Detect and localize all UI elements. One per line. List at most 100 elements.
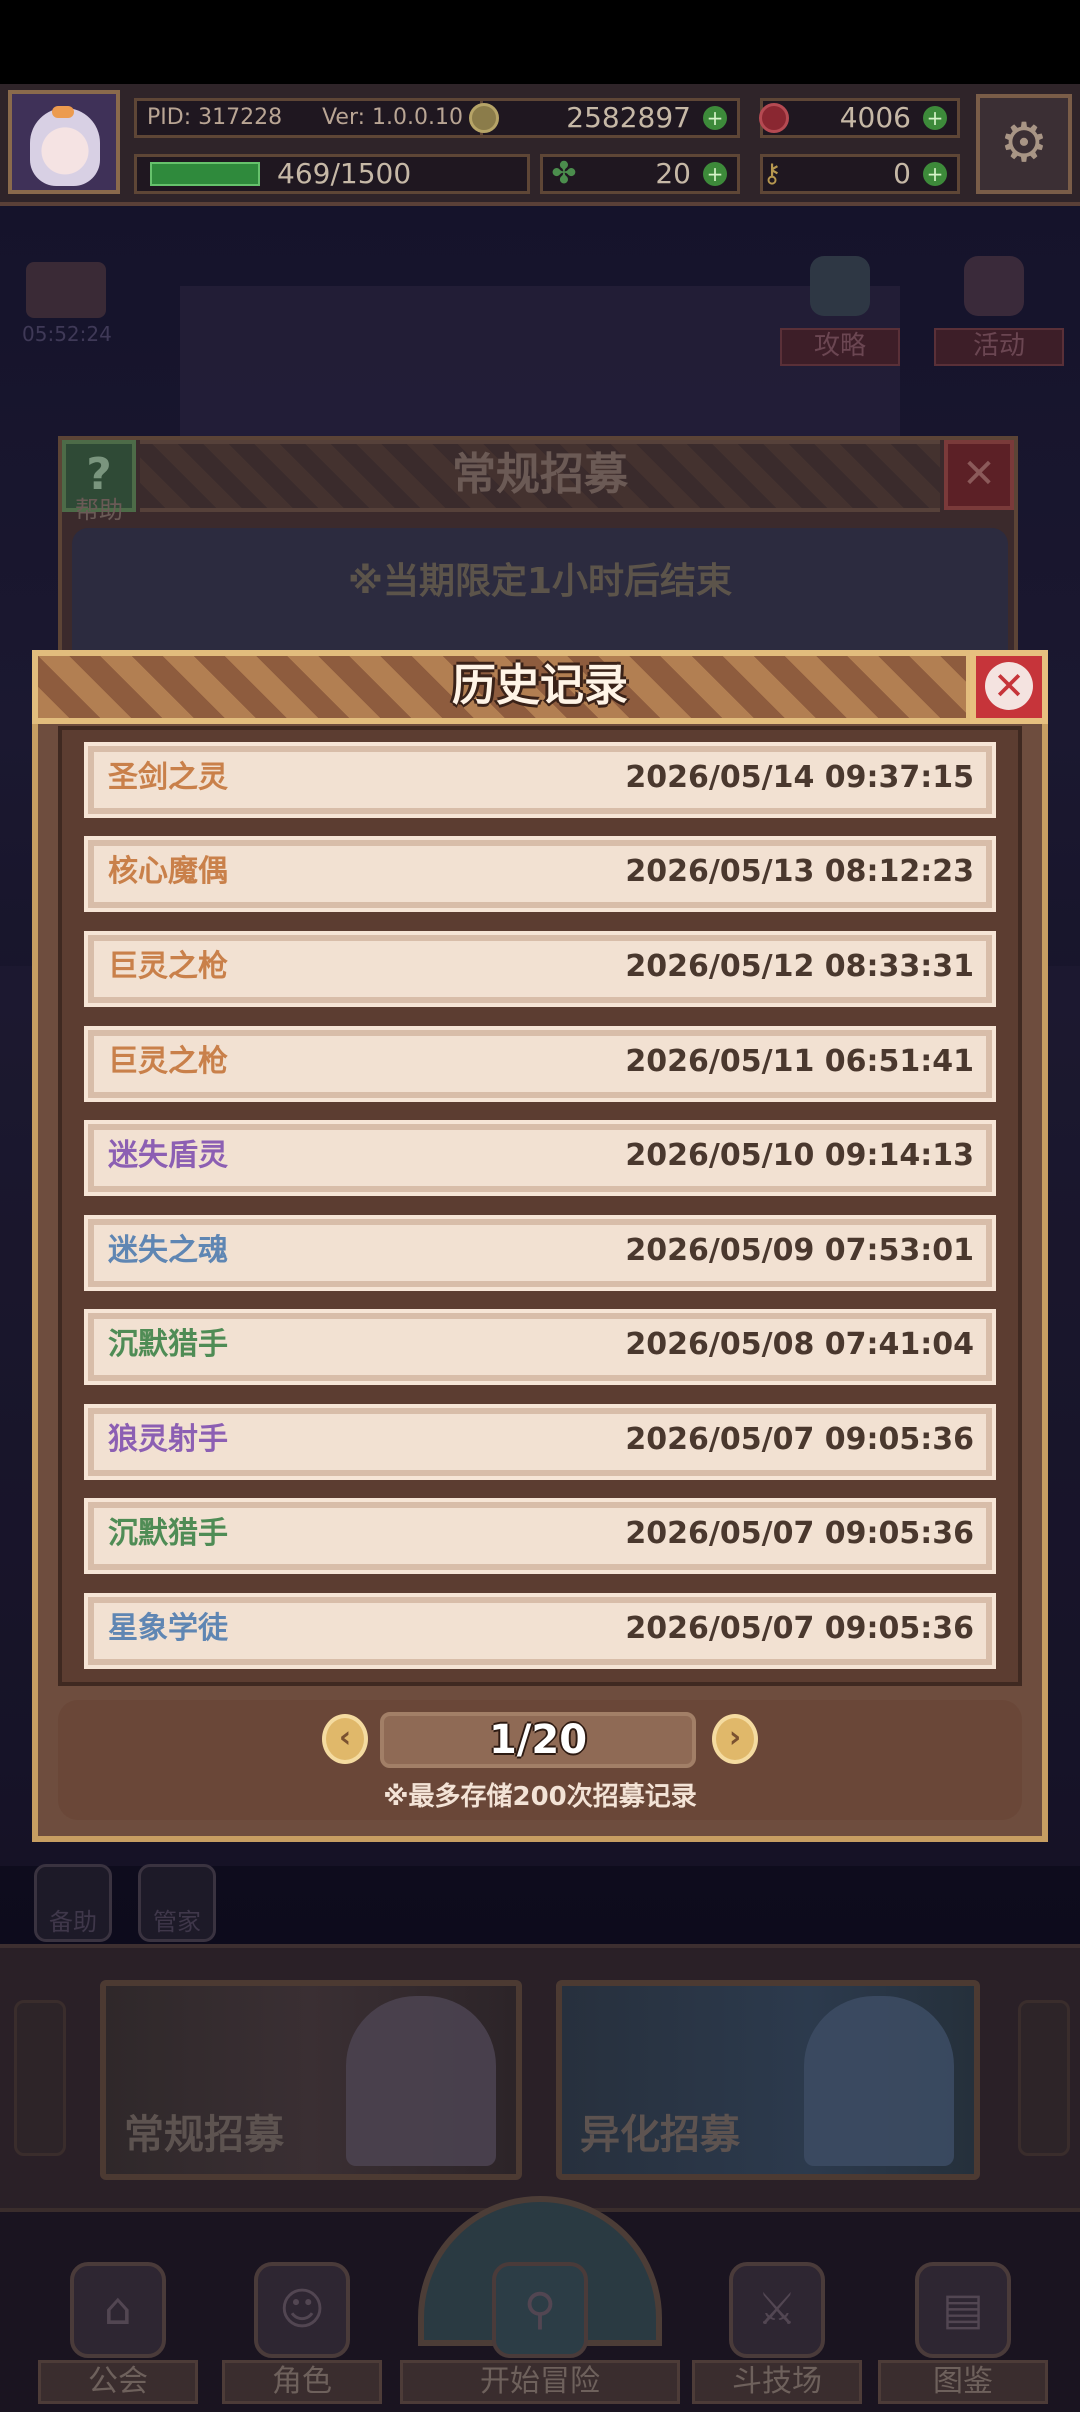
add-coins-icon[interactable]: + [703,106,727,130]
clover-amount: 20 [655,157,691,190]
helper-button[interactable]: 备助 [34,1864,112,1942]
nav-role[interactable]: ☺ 角色 [222,2262,382,2408]
event-timer: 05:52:24 [22,322,112,346]
nav-codex[interactable]: ▤ 图鉴 [878,2262,1048,2408]
history-row: 圣剑之灵 2026/05/14 09:37:15 [84,742,996,818]
activity-button[interactable]: 活动 [934,256,1064,366]
help-label: 帮助 [75,496,123,524]
strategy-label: 攻略 [780,328,900,366]
nav-role-label: 角色 [222,2360,382,2404]
nav-arena-label: 斗技场 [692,2360,862,2404]
nav-codex-label: 图鉴 [878,2360,1048,2404]
history-title: 历史记录 [452,660,628,711]
tab-normal-label: 常规招募 [124,2112,284,2158]
recruit-title: 常规招募 [452,449,628,500]
butler-label: 管家 [153,1908,201,1936]
nav-adventure-label: 开始冒险 [400,2360,680,2404]
butler-button[interactable]: 管家 [138,1864,216,1942]
key-counter: ⚷ 0 + [760,154,960,194]
history-row: 沉默猎手 2026/05/08 07:41:04 [84,1309,996,1385]
status-bar [0,0,1080,84]
avatar-face [30,108,100,186]
record-time: 2026/05/14 09:37:15 [625,760,974,795]
record-time: 2026/05/11 06:51:41 [625,1044,974,1079]
clover-counter: ✤ 20 + [540,154,740,194]
heroine-portrait [804,1996,954,2166]
scroll-right-handle[interactable] [1018,2000,1070,2156]
helper-label: 备助 [49,1908,97,1936]
record-name: 核心魔偶 [108,854,228,889]
record-name: 巨灵之枪 [108,949,228,984]
character-icon: ☺ [254,2262,350,2358]
record-time: 2026/05/08 07:41:04 [625,1327,974,1362]
key-amount: 0 [893,157,911,190]
storage-note: ※最多存储200次招募记录 [383,1782,697,1812]
close-icon: ✕ [985,662,1033,710]
tab-alien-label: 异化招募 [580,2112,740,2158]
nav-guild-label: 公会 [38,2360,198,2404]
codex-book-icon: ▤ [915,2262,1011,2358]
player-info-bar: PID: 317228 Ver: 1.0.0.10 [134,98,514,138]
record-name: 狼灵射手 [108,1422,228,1457]
chat-icon [810,256,870,316]
scroll-left-handle[interactable] [14,2000,66,2156]
record-name: 星象学徒 [108,1611,228,1646]
add-clovers-icon[interactable]: + [703,162,727,186]
page-indicator: 1/20 [380,1712,696,1768]
key-icon: ⚷ [762,159,782,189]
nav-guild[interactable]: ⌂ 公会 [38,2262,198,2408]
history-close-button[interactable]: ✕ [970,650,1048,724]
record-name: 沉默猎手 [108,1327,228,1362]
guild-icon: ⌂ [70,2262,166,2358]
record-time: 2026/05/07 09:05:36 [625,1611,974,1646]
tab-alien-recruit[interactable]: 异化招募 [556,1980,980,2180]
activity-label: 活动 [934,328,1064,366]
coin-amount: 2582897 [566,101,691,134]
clover-icon: ✤ [551,156,577,191]
record-time: 2026/05/07 09:05:36 [625,1516,974,1551]
record-time: 2026/05/09 07:53:01 [625,1233,974,1268]
gem-counter: 4006 + [759,98,960,138]
heroine-portrait [346,1996,496,2166]
settings-gear-icon[interactable]: ⚙ [976,94,1072,194]
record-name: 巨灵之枪 [108,1044,228,1079]
record-time: 2026/05/12 08:33:31 [625,949,974,984]
energy-fill [150,162,260,186]
tab-normal-recruit[interactable]: 常规招募 [100,1980,522,2180]
magnifier-icon: ⚲ [492,2262,588,2358]
record-name: 迷失之魂 [108,1233,228,1268]
record-name: 圣剑之灵 [108,760,228,795]
coin-counter: 2582897 + [469,98,740,138]
prev-page-icon[interactable]: ‹ [322,1714,368,1764]
history-row: 迷失之魂 2026/05/09 07:53:01 [84,1215,996,1291]
record-time: 2026/05/10 09:14:13 [625,1138,974,1173]
energy-amount: 469/1500 [277,157,412,190]
game-version: Ver: 1.0.0.10 [322,105,463,130]
history-row: 狼灵射手 2026/05/07 09:05:36 [84,1404,996,1480]
history-row: 迷失盾灵 2026/05/10 09:14:13 [84,1120,996,1196]
gift-icon[interactable] [26,262,106,318]
history-row: 沉默猎手 2026/05/07 09:05:36 [84,1498,996,1574]
recruit-close-icon[interactable]: ✕ [944,440,1014,510]
record-name: 沉默猎手 [108,1516,228,1551]
record-time: 2026/05/13 08:12:23 [625,854,974,889]
gem-icon [759,103,789,133]
history-row: 巨灵之枪 2026/05/12 08:33:31 [84,931,996,1007]
avatar-hairpin [52,106,74,118]
history-row: 巨灵之枪 2026/05/11 06:51:41 [84,1026,996,1102]
gem-amount: 4006 [839,101,911,134]
player-id: PID: 317228 [147,105,283,130]
nav-arena[interactable]: ⚔ 斗技场 [692,2262,862,2408]
player-avatar[interactable] [8,90,120,194]
history-row: 星象学徒 2026/05/07 09:05:36 [84,1593,996,1669]
record-time: 2026/05/07 09:05:36 [625,1422,974,1457]
crossed-swords-icon: ⚔ [729,2262,825,2358]
next-page-icon[interactable]: › [712,1714,758,1764]
nav-start-adventure[interactable]: ⚲ 开始冒险 [400,2262,680,2408]
coin-icon [469,103,499,133]
strategy-button[interactable]: 攻略 [780,256,900,366]
add-gems-icon[interactable]: + [923,106,947,130]
recruit-notice: ※当期限定1小时后结束 [347,561,733,602]
balloon-icon [964,256,1024,316]
add-keys-icon[interactable]: + [923,162,947,186]
